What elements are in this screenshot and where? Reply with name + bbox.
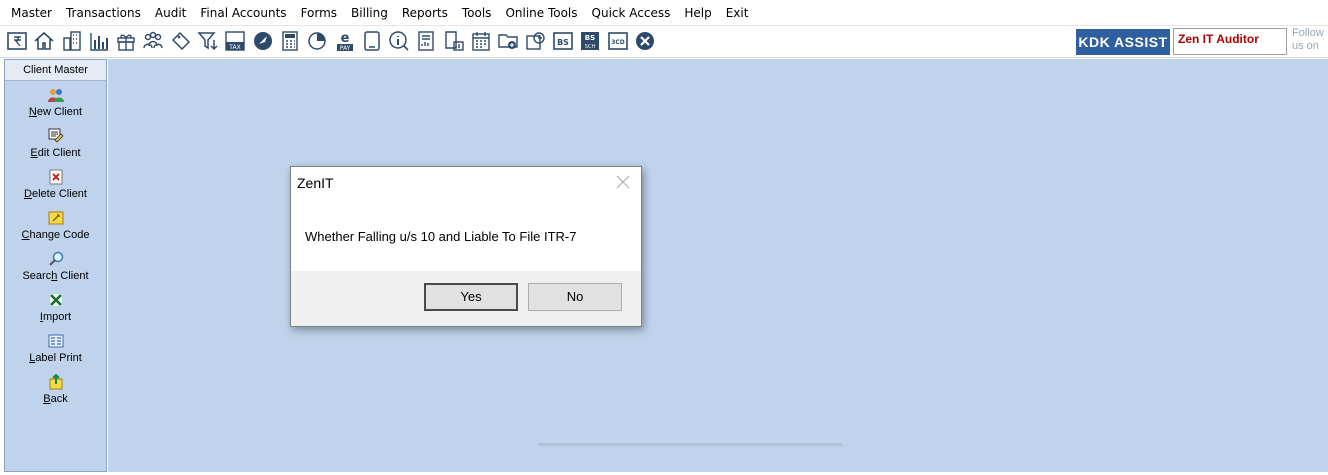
tablet-icon[interactable] (361, 30, 383, 52)
edit-icon (48, 128, 64, 143)
home-icon[interactable] (33, 30, 55, 52)
svg-text:PAY: PAY (339, 45, 350, 52)
menu-forms[interactable]: Forms (294, 0, 344, 26)
info-icon[interactable] (388, 30, 410, 52)
kdk-assist-button[interactable]: KDK ASSIST (1076, 29, 1170, 55)
no-button[interactable]: No (528, 283, 622, 311)
menu-bar: Master Transactions Audit Final Accounts… (0, 0, 1328, 26)
refresh-icon[interactable] (525, 30, 547, 52)
label-print-icon (48, 334, 63, 348)
tax-icon[interactable]: TAX (224, 30, 246, 52)
menu-quick-access[interactable]: Quick Access (585, 0, 678, 26)
change-code-icon (48, 211, 63, 225)
sidebar-item-new-client[interactable]: New Client (5, 81, 106, 122)
filter-icon[interactable] (197, 30, 219, 52)
sidebar-item-change-code[interactable]: Change Code (5, 204, 106, 245)
dialog-title: ZenIT (297, 175, 334, 191)
sidebar-item-label: Change Code (21, 229, 90, 241)
tag-icon[interactable] (170, 30, 192, 52)
3cd-icon[interactable]: 3CD (607, 30, 629, 52)
toolbar: TAX e PAY BS BS SCH 3CD KDK ASSIST Zen IT … (0, 26, 1328, 58)
document-chart-icon[interactable] (443, 30, 465, 52)
menu-online-tools[interactable]: Online Tools (498, 0, 584, 26)
excel-import-icon (49, 294, 62, 306)
pie-chart-icon[interactable] (306, 30, 328, 52)
sidebar-item-label: Back (43, 393, 68, 405)
yes-button[interactable]: Yes (424, 283, 518, 311)
epay-icon[interactable]: e PAY (334, 30, 356, 52)
follow-line-2: us on (1292, 40, 1319, 52)
sidebar-item-label: Label Print (29, 352, 82, 364)
folder-add-icon[interactable] (497, 30, 519, 52)
sidebar-item-search-client[interactable]: Search Client (5, 245, 106, 286)
report-icon[interactable] (415, 30, 437, 52)
menu-help[interactable]: Help (677, 0, 718, 26)
sidebar-item-label-print[interactable]: Label Print (5, 327, 106, 368)
building-icon[interactable] (61, 30, 83, 52)
menu-exit[interactable]: Exit (719, 0, 756, 26)
sidebar-item-import[interactable]: Import (5, 286, 106, 327)
svg-text:e: e (340, 31, 349, 46)
close-circle-icon[interactable] (634, 30, 656, 52)
svg-text:BS: BS (585, 34, 595, 42)
toolbar-icons: TAX e PAY BS BS SCH 3CD (6, 30, 661, 52)
menu-reports[interactable]: Reports (395, 0, 455, 26)
sidebar-item-back[interactable]: Back (5, 368, 106, 409)
dialog-message: Whether Falling u/s 10 and Liable To Fil… (305, 229, 577, 244)
gift-icon[interactable] (115, 30, 137, 52)
search-icon (48, 251, 63, 266)
sidebar-item-label: Search Client (22, 270, 89, 282)
svg-text:3CD: 3CD (611, 39, 625, 46)
menu-billing[interactable]: Billing (344, 0, 395, 26)
confirmation-dialog: ZenIT Whether Falling u/s 10 and Liable … (290, 166, 642, 327)
dialog-footer: Yes No (291, 271, 641, 326)
calendar-icon[interactable] (470, 30, 492, 52)
workspace-shadow (538, 443, 843, 448)
back-icon (49, 374, 62, 390)
product-name-box: Zen IT Auditor (1173, 28, 1287, 55)
svg-text:BS: BS (557, 38, 569, 47)
calculator-icon[interactable] (279, 30, 301, 52)
close-icon[interactable] (615, 174, 631, 190)
bar-chart-icon[interactable] (88, 30, 110, 52)
menu-final-accounts[interactable]: Final Accounts (193, 0, 293, 26)
sidebar-item-label: Delete Client (24, 188, 87, 200)
menu-master[interactable]: Master (4, 0, 59, 26)
sidebar-item-delete-client[interactable]: Delete Client (5, 163, 106, 204)
sidebar-item-label: New Client (28, 106, 83, 118)
users-icon[interactable] (142, 30, 164, 52)
client-master-sidebar: Client Master New Client Edit Client Del… (4, 59, 107, 472)
rupee-book-icon[interactable] (6, 30, 28, 52)
menu-tools[interactable]: Tools (455, 0, 499, 26)
users-icon (47, 89, 64, 102)
menu-transactions[interactable]: Transactions (59, 0, 148, 26)
delete-icon (49, 169, 62, 185)
follow-line-1: Follow (1292, 27, 1324, 39)
bs-icon[interactable]: BS (552, 30, 574, 52)
svg-text:TAX: TAX (229, 44, 241, 51)
menu-audit[interactable]: Audit (148, 0, 193, 26)
sidebar-item-edit-client[interactable]: Edit Client (5, 122, 106, 163)
sidebar-title: Client Master (5, 60, 106, 81)
bs-sch-icon[interactable]: BS SCH (579, 30, 601, 52)
sidebar-item-label: Import (39, 311, 72, 323)
rocket-icon[interactable] (252, 30, 274, 52)
follow-us-text[interactable]: Follow us on (1292, 27, 1328, 53)
svg-text:SCH: SCH (585, 44, 596, 50)
sidebar-item-label: Edit Client (30, 147, 81, 159)
